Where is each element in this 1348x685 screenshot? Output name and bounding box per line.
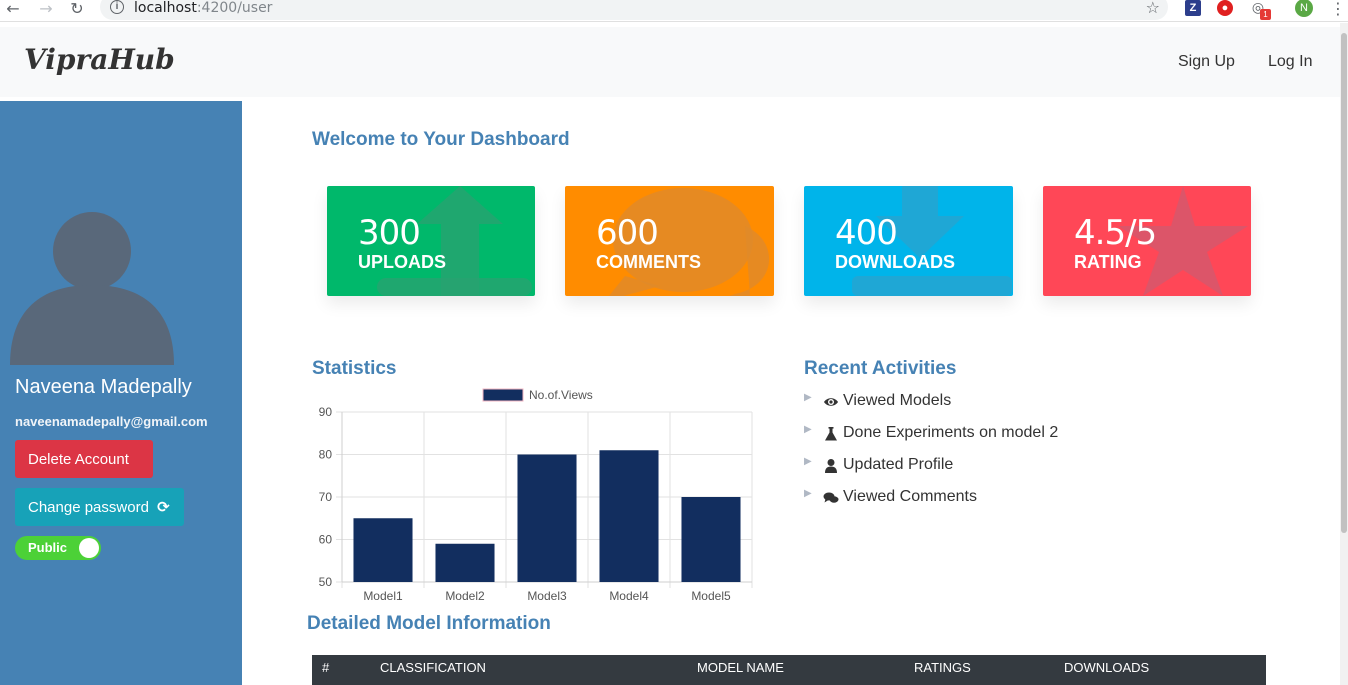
bar-model1 (353, 518, 413, 582)
toggle-knob (79, 538, 99, 558)
activity-text: Viewed Comments (843, 488, 977, 505)
brand-logo[interactable]: VipraHub (24, 43, 175, 76)
stat-card-rating: 4.5/5 RATING (1043, 186, 1251, 296)
y-tick-label: 60 (319, 533, 333, 547)
user-email: naveenamadepally@gmail.com (15, 414, 208, 429)
stat-card-downloads: 400 DOWNLOADS (804, 186, 1013, 296)
change-password-button[interactable]: Change password ⟳ (15, 488, 184, 526)
triangle-bullet-icon: ▶ (804, 424, 812, 435)
url-text[interactable]: localhost:4200/user (134, 0, 272, 16)
rating-label: RATING (1074, 252, 1142, 272)
x-tick-label: Model5 (691, 589, 731, 603)
profile-avatar[interactable]: N (1295, 0, 1313, 17)
delete-account-label: Delete Account (28, 450, 129, 468)
x-tick-label: Model4 (609, 589, 649, 603)
top-navbar: VipraHub Sign Up Log In (0, 27, 1340, 97)
scrollbar-thumb[interactable] (1341, 33, 1347, 533)
back-icon[interactable]: ← (4, 1, 22, 19)
delete-account-button[interactable]: Delete Account (15, 440, 153, 478)
triangle-bullet-icon: ▶ (804, 456, 812, 467)
activity-text: Done Experiments on model 2 (843, 424, 1059, 441)
adblock-extension-icon[interactable]: ● (1217, 0, 1233, 16)
triangle-bullet-icon: ▶ (804, 392, 812, 403)
rating-value: 4.5/5 (1074, 213, 1157, 253)
y-tick-label: 50 (319, 575, 333, 589)
table-header-index: # (322, 660, 330, 675)
triangle-bullet-icon: ▶ (804, 488, 812, 499)
downloads-label: DOWNLOADS (835, 252, 955, 272)
table-header-classification: CLASSIFICATION (380, 660, 486, 675)
bar-model2 (435, 543, 495, 582)
bar-model4 (599, 450, 659, 582)
uploads-label: UPLOADS (358, 252, 447, 272)
bar-model3 (517, 454, 577, 582)
comments-icon (823, 490, 839, 506)
activity-text: Updated Profile (843, 456, 954, 473)
user-icon (823, 458, 839, 474)
bookmark-star-icon[interactable]: ☆ (1146, 0, 1160, 17)
detailed-info-heading: Detailed Model Information (307, 613, 551, 634)
menu-icon[interactable]: ⋮ (1330, 0, 1346, 18)
x-tick-label: Model1 (363, 589, 403, 603)
views-bar-chart: No.of.Views 50 60 70 80 90 Model1 Model2 Model3 M… (319, 388, 753, 603)
uploads-count: 300 (358, 213, 421, 253)
page-scrollbar[interactable] (1340, 23, 1348, 685)
change-password-label: Change password (28, 499, 149, 516)
stat-card-uploads: 300 UPLOADS (327, 186, 535, 296)
flask-icon (823, 426, 839, 442)
comments-label: COMMENTS (596, 252, 701, 272)
address-bar[interactable]: i localhost:4200/user ☆ (100, 0, 1168, 20)
activity-text: Viewed Models (843, 392, 952, 409)
refresh-icon: ⟳ (151, 498, 170, 516)
visibility-toggle[interactable]: Public (15, 536, 101, 560)
y-tick-label: 70 (319, 490, 333, 504)
extension-badge: 1 (1260, 9, 1271, 20)
x-tick-label: Model3 (527, 589, 567, 603)
visibility-label: Public (28, 540, 68, 555)
login-link[interactable]: Log In (1268, 53, 1312, 71)
profile-sidebar: Naveena Madepally naveenamadepally@gmail… (0, 101, 242, 685)
table-header-downloads: DOWNLOADS (1064, 660, 1150, 675)
table-header-model-name: MODEL NAME (697, 660, 784, 675)
x-tick-label: Model2 (445, 589, 485, 603)
info-icon[interactable]: i (110, 0, 124, 14)
reload-icon[interactable]: ↻ (68, 1, 86, 19)
statistics-heading: Statistics (312, 358, 397, 379)
downloads-count: 400 (835, 213, 898, 253)
user-avatar-icon (10, 212, 174, 365)
bar-model5 (681, 497, 741, 582)
eye-icon (823, 394, 839, 410)
page-title: Welcome to Your Dashboard (312, 129, 570, 150)
recent-activities-heading: Recent Activities (804, 358, 957, 379)
signup-link[interactable]: Sign Up (1178, 53, 1235, 71)
table-header-ratings: RATINGS (914, 660, 971, 675)
legend-swatch (482, 388, 524, 402)
user-name: Naveena Madepally (15, 376, 192, 398)
stat-card-comments: 600 COMMENTS (565, 186, 774, 296)
browser-toolbar: ← → ↻ i localhost:4200/user ☆ Z ● ◎ 1 N … (0, 0, 1348, 22)
models-table-header: # CLASSIFICATION MODEL NAME RATINGS DOWN… (312, 655, 1266, 685)
comments-count: 600 (596, 213, 659, 253)
legend-label: No.of.Views (529, 388, 593, 402)
forward-icon[interactable]: → (37, 1, 55, 19)
y-tick-label: 90 (319, 405, 333, 419)
zotero-extension-icon[interactable]: Z (1185, 0, 1201, 16)
y-tick-label: 80 (319, 448, 333, 462)
